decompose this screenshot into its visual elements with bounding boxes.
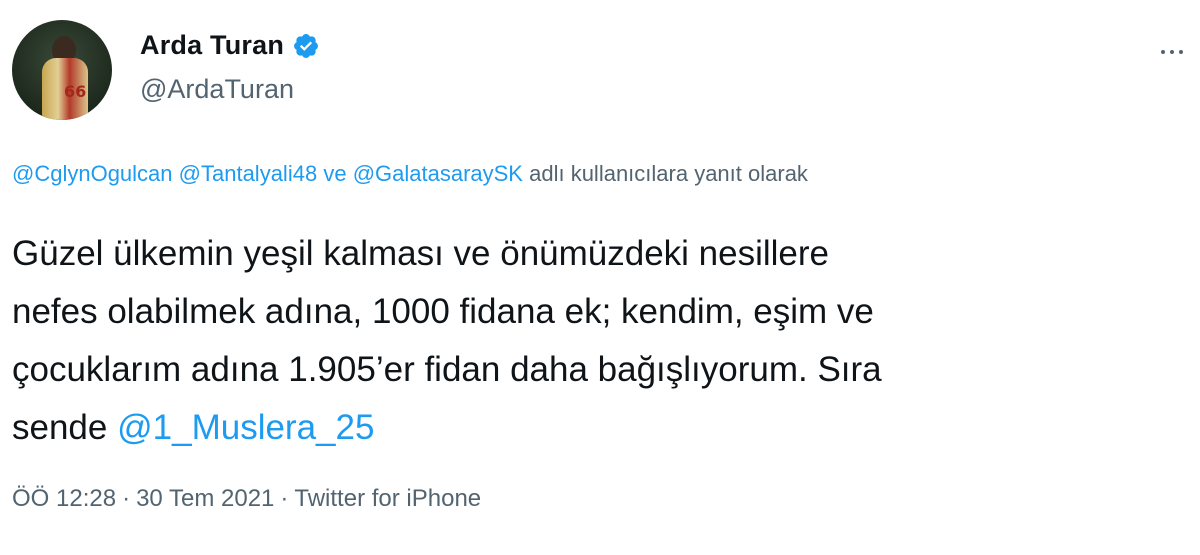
more-dot [1179,50,1183,54]
reply-context: @CglynOgulcan @Tantalyali48 ve @Galatasa… [12,161,808,187]
reply-context-suffix: adlı kullanıcılara yanıt olarak [529,161,808,186]
reply-conjunction: ve [323,161,347,186]
tweet-card: 66 Arda Turan @ArdaTuran @CglynOgulcan @… [0,0,1200,555]
author-name-row: Arda Turan [140,30,320,61]
avatar[interactable]: 66 [12,20,112,120]
tweet-text: Güzel ülkemin yeşil kalması ve önümüzdek… [12,225,1192,457]
meta-separator: · [280,485,289,512]
reply-mention-link[interactable]: @CglynOgulcan [12,161,173,186]
avatar-jersey-number: 66 [64,82,87,101]
tweet-text-line: nefes olabilmek adına, 1000 fidana ek; k… [12,292,874,331]
more-dot [1161,50,1165,54]
tweet-text-line-last: sende @1_Muslera_25 [12,399,1192,457]
tweet-time[interactable]: ÖÖ 12:28 [12,485,116,512]
tweet-text-line: Güzel ülkemin yeşil kalması ve önümüzdek… [12,234,830,273]
tweet-source[interactable]: Twitter for iPhone [294,485,481,512]
author-handle[interactable]: @ArdaTuran [140,74,294,105]
more-dot [1170,50,1174,54]
verified-badge-icon [292,32,320,60]
tweet-text-line: çocuklarım adına 1.905’er fidan daha bağ… [12,350,882,389]
display-name[interactable]: Arda Turan [140,30,284,61]
reply-mention-link[interactable]: @GalatasaraySK [353,161,523,186]
meta-separator: · [122,485,131,512]
tweet-meta: ÖÖ 12:28 · 30 Tem 2021 · Twitter for iPhone [12,485,481,513]
tweet-mention-link[interactable]: @1_Muslera_25 [117,408,374,447]
tweet-text-word: sende [12,408,108,447]
more-options-icon[interactable] [1152,44,1192,60]
tweet-date[interactable]: 30 Tem 2021 [136,485,274,512]
reply-mention-link[interactable]: @Tantalyali48 [179,161,318,186]
